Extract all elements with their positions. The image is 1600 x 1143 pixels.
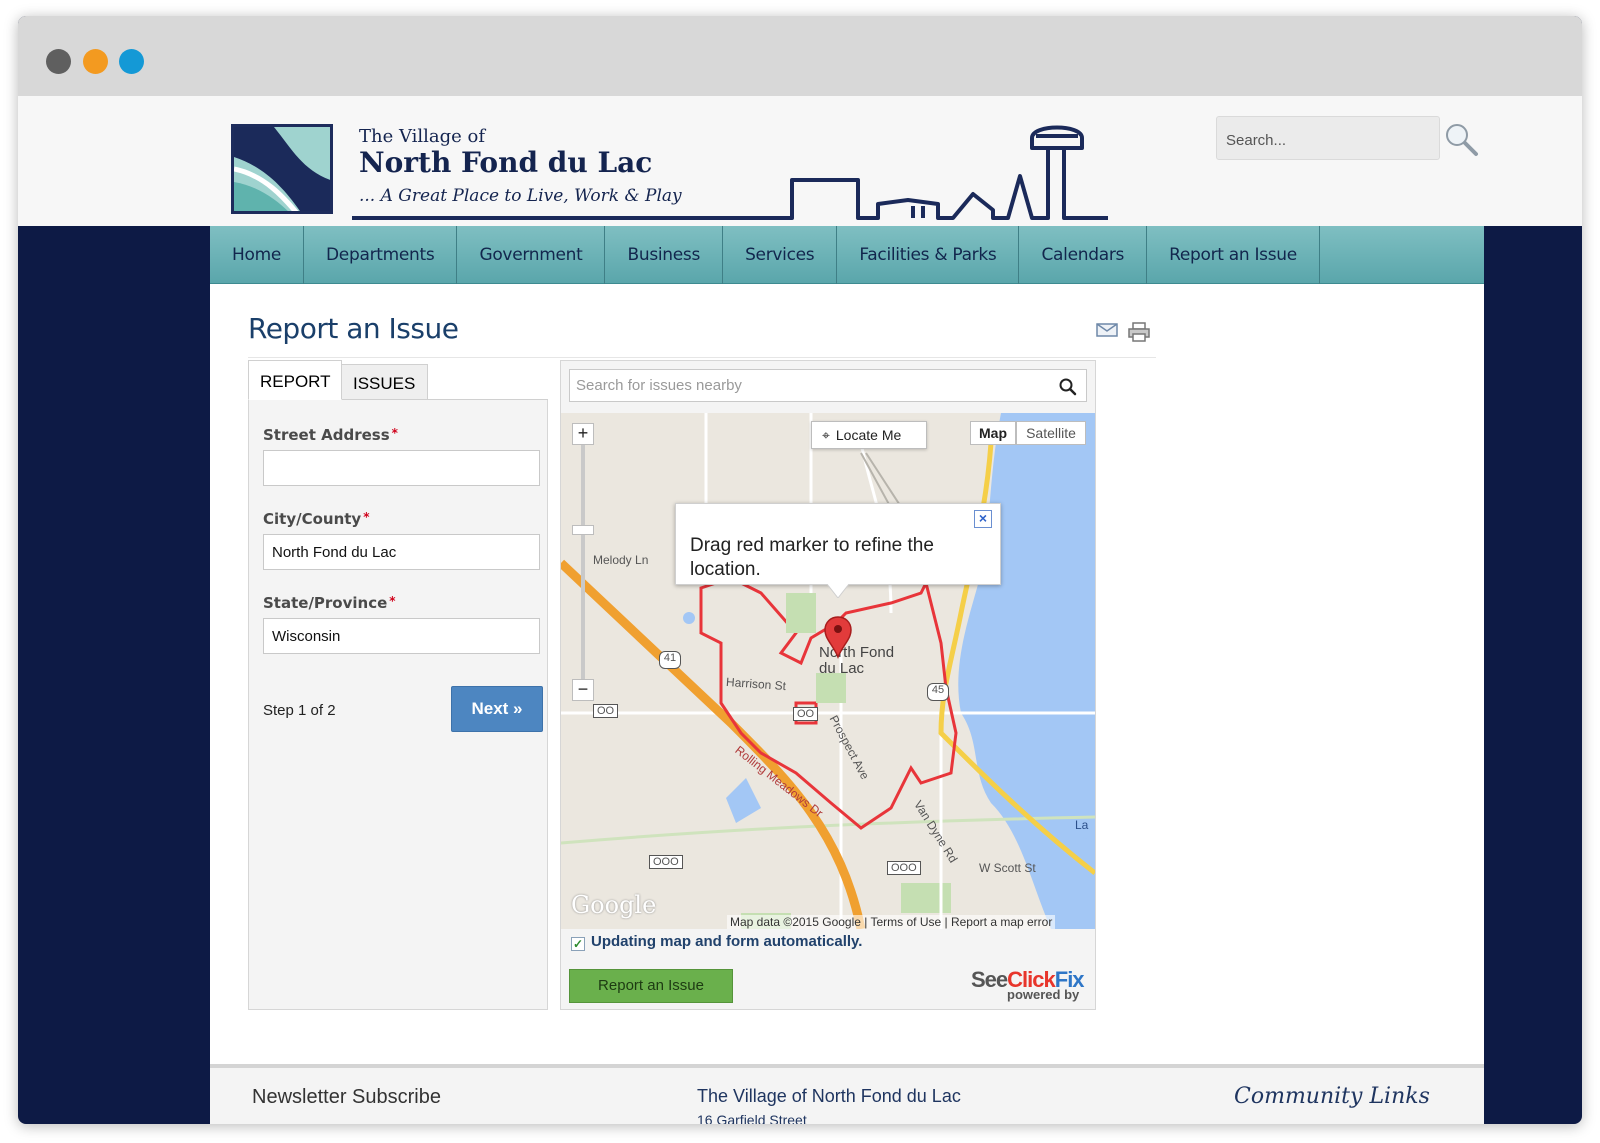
nav-calendars[interactable]: Calendars bbox=[1019, 226, 1148, 284]
search-icon[interactable] bbox=[1059, 378, 1077, 396]
street-address-label: Street Address * bbox=[263, 426, 398, 444]
skyline-icon bbox=[352, 125, 1108, 220]
zoom-out-button[interactable]: − bbox=[572, 679, 594, 701]
map-panel: Search for issues nearby Melody Ln North… bbox=[560, 360, 1096, 1010]
required-marker: * bbox=[389, 594, 396, 608]
location-marker-icon[interactable] bbox=[823, 615, 853, 659]
checkbox-checked-icon[interactable]: ✓ bbox=[571, 937, 585, 951]
street-address-field[interactable] bbox=[263, 450, 540, 486]
community-links-heading: Community Links bbox=[1234, 1084, 1430, 1109]
tab-report[interactable]: REPORT bbox=[248, 360, 342, 400]
village-logo[interactable] bbox=[231, 124, 333, 214]
route-45-shield: 45 bbox=[927, 683, 949, 701]
info-window-pointer bbox=[827, 584, 849, 598]
site-header: The Village of North Fond du Lac ... A G… bbox=[18, 96, 1582, 226]
city-county-label: City/County * bbox=[263, 510, 369, 528]
footer-address: 16 Garfield Street bbox=[697, 1112, 807, 1124]
site-footer: Newsletter Subscribe The Village of Nort… bbox=[210, 1064, 1484, 1124]
route-ooo-shield: OOO bbox=[887, 861, 921, 875]
state-province-label: State/Province * bbox=[263, 594, 396, 612]
route-41-shield: 41 bbox=[659, 651, 681, 669]
page-title: Report an Issue bbox=[248, 312, 459, 345]
powered-by-label: powered by bbox=[1007, 987, 1080, 1002]
map-attribution[interactable]: Map data ©2015 Google | Terms of Use | R… bbox=[727, 915, 1056, 929]
step-indicator: Step 1 of 2 bbox=[263, 702, 336, 719]
map-label-melody: Melody Ln bbox=[593, 553, 649, 567]
nav-facilities-parks[interactable]: Facilities & Parks bbox=[837, 226, 1020, 284]
minimize-window-button[interactable] bbox=[83, 49, 108, 74]
print-icon[interactable] bbox=[1128, 322, 1150, 342]
nav-services[interactable]: Services bbox=[723, 226, 838, 284]
map-type-satellite-button[interactable]: Satellite bbox=[1016, 421, 1086, 445]
nav-home[interactable]: Home bbox=[210, 226, 305, 284]
footer-village-name: The Village of North Fond du Lac bbox=[697, 1086, 961, 1106]
map-type-map-button[interactable]: Map bbox=[970, 421, 1016, 445]
close-window-button[interactable] bbox=[46, 49, 71, 74]
route-oo-shield: OO bbox=[793, 707, 819, 721]
nav-report-issue[interactable]: Report an Issue bbox=[1147, 226, 1320, 284]
browser-window: The Village of North Fond du Lac ... A G… bbox=[18, 16, 1582, 1124]
nav-business[interactable]: Business bbox=[605, 226, 724, 284]
form-tabs: REPORT ISSUES bbox=[248, 360, 548, 400]
auto-update-label: Updating map and form automatically. bbox=[591, 933, 863, 950]
nav-departments[interactable]: Departments bbox=[304, 226, 458, 284]
report-form-panel: REPORT ISSUES Street Address * City/Count… bbox=[248, 360, 548, 1010]
title-divider bbox=[248, 357, 1156, 358]
crosshair-icon: ⌖ bbox=[822, 427, 830, 443]
issues-search-input[interactable]: Search for issues nearby bbox=[569, 369, 1087, 402]
logo-wave-icon bbox=[234, 127, 330, 211]
map-label-la: La bbox=[1075, 818, 1089, 832]
route-ooo-shield: OOO bbox=[649, 855, 683, 869]
form-body: Street Address * City/County * North Fond … bbox=[248, 400, 548, 1010]
main-content: Report an Issue REPORT ISSUES Street Add… bbox=[210, 284, 1484, 1064]
zoom-slider-track[interactable] bbox=[581, 433, 585, 693]
nav-government[interactable]: Government bbox=[457, 226, 606, 284]
brand-see: See bbox=[971, 967, 1008, 992]
search-icon[interactable] bbox=[1444, 122, 1480, 158]
auto-update-option[interactable]: ✓ Updating map and form automatically. bbox=[571, 933, 862, 951]
city-county-field[interactable]: North Fond du Lac bbox=[263, 534, 540, 570]
locate-me-button[interactable]: ⌖ Locate Me bbox=[811, 421, 927, 449]
info-window-text: Drag red marker to refine the location. bbox=[690, 535, 934, 580]
next-button[interactable]: Next » bbox=[451, 686, 543, 732]
route-oo-shield: OO bbox=[593, 704, 619, 718]
issue-map[interactable]: Melody Ln North Fond du Lac Harrison St … bbox=[561, 413, 1095, 929]
email-icon[interactable] bbox=[1096, 322, 1118, 338]
newsletter-subscribe-link[interactable]: Newsletter Subscribe bbox=[252, 1086, 441, 1109]
map-label-scott: W Scott St bbox=[979, 861, 1036, 875]
site-search-input[interactable]: Search... bbox=[1216, 116, 1440, 160]
street-address-label-text: Street Address bbox=[263, 426, 390, 444]
state-province-label-text: State/Province bbox=[263, 594, 388, 612]
zoom-window-button[interactable] bbox=[119, 49, 144, 74]
required-marker: * bbox=[363, 510, 370, 524]
state-province-field[interactable]: Wisconsin bbox=[263, 618, 540, 654]
locate-me-label: Locate Me bbox=[835, 427, 902, 443]
google-logo: Google bbox=[571, 891, 657, 919]
close-icon[interactable]: × bbox=[974, 510, 992, 528]
required-marker: * bbox=[391, 426, 398, 440]
tab-issues[interactable]: ISSUES bbox=[342, 364, 428, 400]
main-nav: Home Departments Government Business Ser… bbox=[210, 226, 1484, 284]
zoom-slider-handle[interactable] bbox=[572, 525, 594, 535]
city-county-label-text: City/County bbox=[263, 510, 362, 528]
map-info-window: × Drag red marker to refine the location… bbox=[675, 503, 1001, 585]
report-issue-button[interactable]: Report an Issue bbox=[569, 969, 733, 1003]
zoom-in-button[interactable]: + bbox=[572, 423, 594, 445]
window-titlebar bbox=[18, 16, 1582, 96]
